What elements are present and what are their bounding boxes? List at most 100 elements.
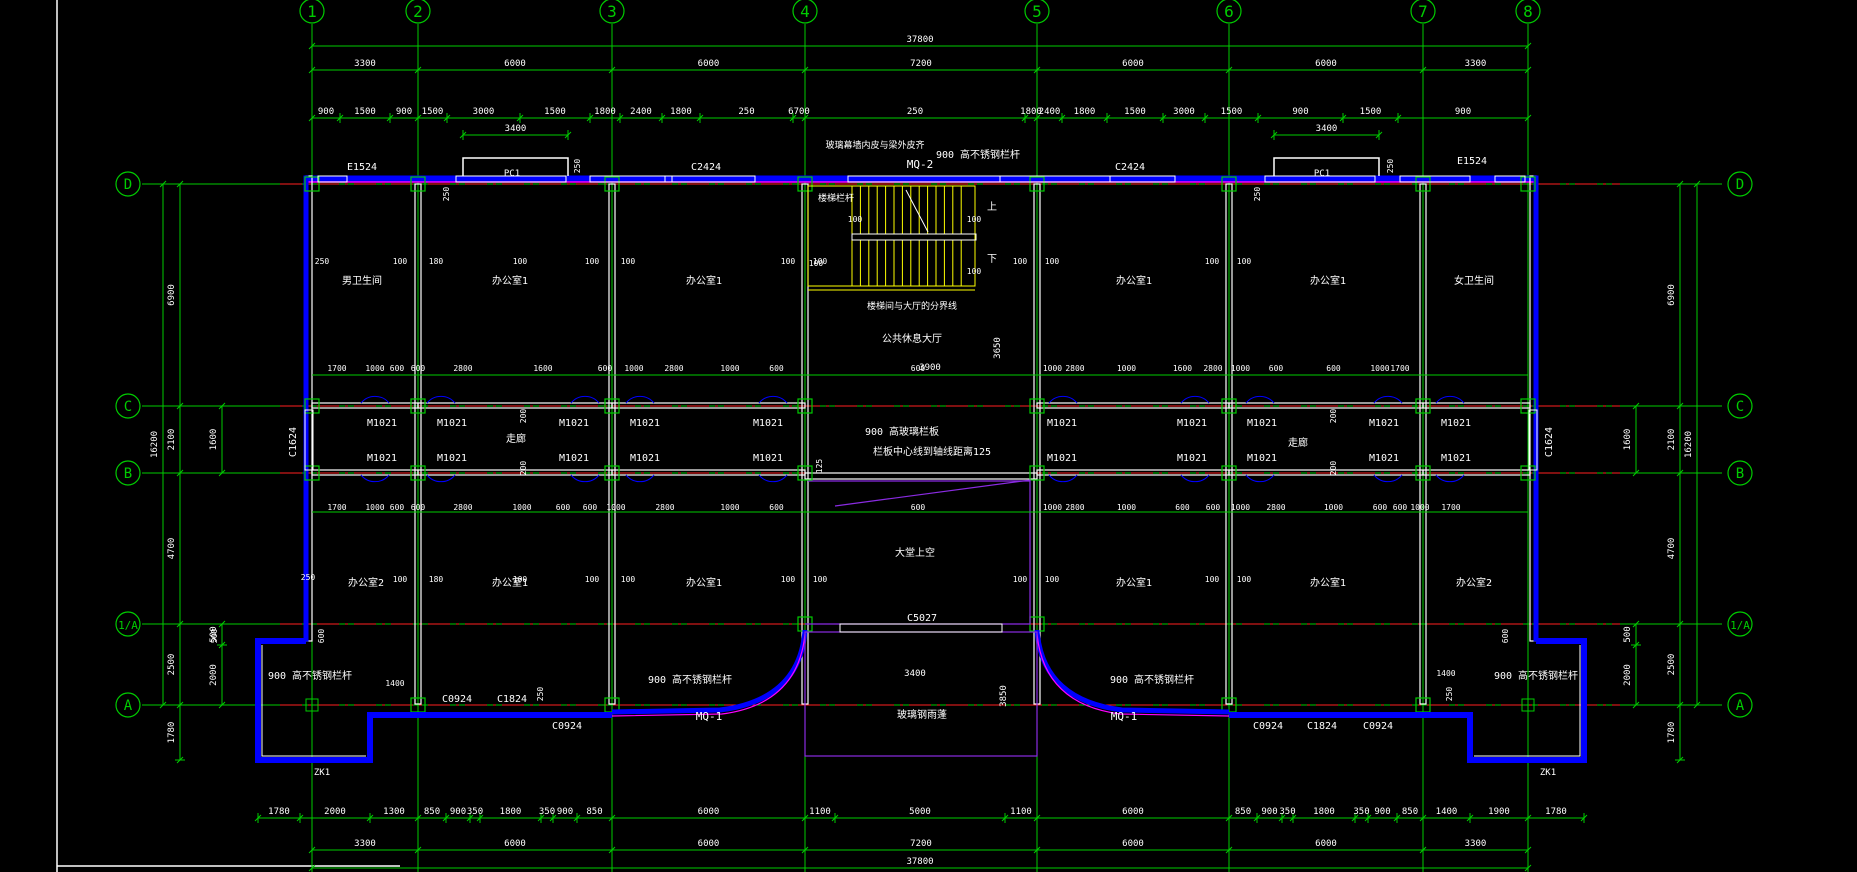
dim-text: 2000 (1623, 664, 1633, 686)
dim-text: 6000 (1122, 839, 1144, 849)
dim-text: 600 (556, 503, 571, 512)
dim-text: 600 (411, 503, 426, 512)
dim-text: 2400 (1039, 107, 1061, 117)
dim-text: 1000 (624, 364, 643, 373)
room-label: 办公室2 (348, 576, 384, 589)
axis-label-right: D (1736, 177, 1744, 193)
dim-text: 5000 (909, 807, 931, 817)
window-label: PC1 (1314, 169, 1330, 179)
dim-text: 1000 (1370, 364, 1389, 373)
dim-text: 6000 (1122, 59, 1144, 69)
dim-text: 1900 (1488, 807, 1510, 817)
axis-label-left: A (124, 698, 133, 714)
dim-text: 250 (315, 257, 330, 266)
dim-text: 1000 (1117, 364, 1136, 373)
door-label: M1021 (367, 418, 397, 429)
dim-text: 6000 (698, 59, 720, 69)
dim-text: 1700 (1441, 503, 1460, 512)
dim-text: 3900 (919, 363, 941, 373)
note-label: ZK1 (1540, 768, 1556, 778)
axis-label-5: 5 (1032, 2, 1042, 21)
dim-text: 250 (536, 687, 545, 702)
dim-text: 6000 (504, 59, 526, 69)
dim-text: 2800 (1266, 503, 1285, 512)
dim-text: 200 (519, 461, 528, 476)
dim-text: 16200 (1684, 431, 1694, 458)
window-label: C1624 (1544, 427, 1555, 457)
dim-text: 1400 (1436, 669, 1455, 678)
dim-text: 600 (1501, 629, 1510, 644)
window-label: C0924 (1363, 721, 1393, 732)
dim-text: 600 (390, 364, 405, 373)
dim-text: 900 (396, 107, 412, 117)
door-label: M1021 (1247, 453, 1277, 464)
dim-text: 1780 (1667, 722, 1677, 744)
note-label: 栏板中心线到轴线距离125 (873, 445, 991, 458)
dim-text: 1780 (167, 722, 177, 744)
dim-text: 1500 (1124, 107, 1146, 117)
cad-floor-plan: 1 2 3 4 5 6 7 8 D C B 1/A A D C B 1/A A 37800 3300 6000 6000… (0, 0, 1857, 872)
room-label: 办公室1 (492, 274, 528, 287)
dim-text: 100 (1013, 257, 1028, 266)
dim-text: 2800 (1065, 364, 1084, 373)
dim-text: 1600 (1173, 364, 1192, 373)
window-label: PC1 (504, 169, 520, 179)
dim-text: 16200 (150, 431, 160, 458)
dim-text: 3000 (1173, 107, 1195, 117)
room-label: 走廊 (506, 432, 526, 445)
axis-label-3: 3 (607, 2, 617, 21)
axis-label-right: B (1736, 466, 1744, 482)
window-label: MQ-2 (907, 158, 934, 171)
dim-text: 500 (1623, 626, 1633, 642)
window-label: MQ-1 (1111, 710, 1138, 723)
dim-text: 1800 (1313, 807, 1335, 817)
dim-text: 2800 (453, 503, 472, 512)
dim-text: 500 (210, 629, 219, 644)
door-label: M1021 (437, 418, 467, 429)
room-label: 大堂上空 (895, 546, 935, 559)
window-label: C1824 (497, 694, 527, 705)
door-label: M1021 (1441, 453, 1471, 464)
dim-text: 6000 (1315, 839, 1337, 849)
dim-text: 100 (621, 257, 636, 266)
dim-text: 350 (1279, 807, 1295, 817)
dim-text: 2500 (1667, 654, 1677, 676)
room-label: 办公室1 (1310, 274, 1346, 287)
dim-text: 100 (1237, 257, 1252, 266)
dim-text: 850 (1402, 807, 1418, 817)
dim-text: 6900 (1667, 284, 1677, 306)
dim-text: 3300 (354, 839, 376, 849)
dim-text: 100 (813, 575, 828, 584)
dim-text: 3850 (999, 685, 1009, 707)
dim-text: 6000 (504, 839, 526, 849)
window-label: C2424 (1115, 162, 1145, 173)
dim-text: 100 (1045, 257, 1060, 266)
axis-label-right: C (1736, 399, 1744, 415)
dim-text: 200 (519, 409, 528, 424)
dim-text: 1780 (268, 807, 290, 817)
door-label: M1021 (559, 418, 589, 429)
dim-text: 2800 (664, 364, 683, 373)
window-label: C0924 (1253, 721, 1283, 732)
dim-text: 250 (738, 107, 754, 117)
dim-text: 1000 (606, 503, 625, 512)
dim-text: 100 (585, 575, 600, 584)
dim-text: 1100 (809, 807, 831, 817)
door-label: M1021 (1177, 418, 1207, 429)
dim-text: 1800 (670, 107, 692, 117)
dim-text: 900 (1261, 807, 1277, 817)
top-wall (305, 175, 1537, 183)
dim-text: 2500 (167, 654, 177, 676)
door-label: M1021 (753, 418, 783, 429)
window-label: E1524 (347, 162, 377, 173)
dim-text: 100 (393, 575, 408, 584)
dim-text: 900 (557, 807, 573, 817)
axis-label-8: 8 (1523, 2, 1533, 21)
door-label: M1021 (437, 453, 467, 464)
dim-text: 100 (1237, 575, 1252, 584)
dim-text: 3650 (993, 337, 1003, 359)
door-label: M1021 (1441, 418, 1471, 429)
door-label: M1021 (1047, 418, 1077, 429)
room-label: 男卫生间 (342, 274, 382, 287)
dim-text: 1600 (209, 429, 219, 451)
